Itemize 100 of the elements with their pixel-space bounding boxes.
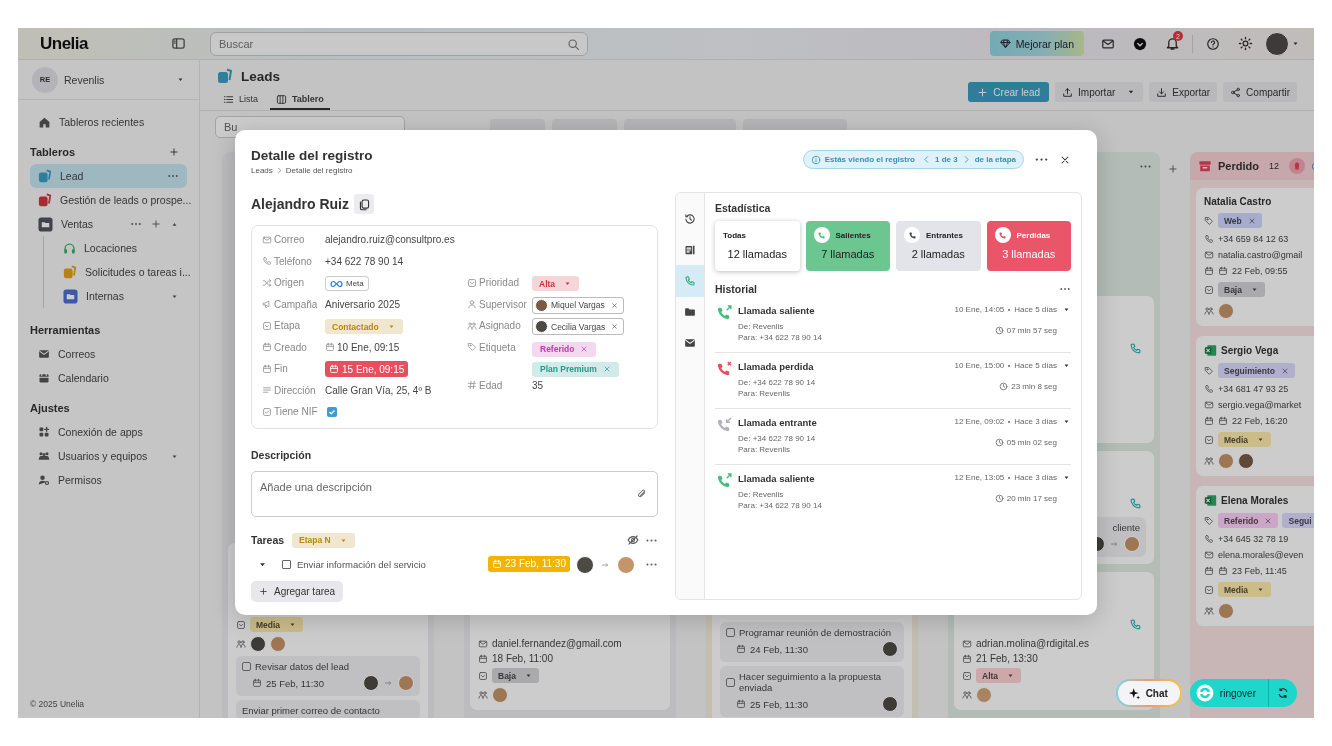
sidebar-toggle-icon[interactable]	[171, 36, 186, 51]
phone-icon[interactable]	[1129, 618, 1142, 631]
tag-chip[interactable]: Web	[1218, 213, 1262, 228]
task-checkbox[interactable]	[282, 560, 291, 569]
select-chip[interactable]: Media	[1218, 582, 1272, 597]
view-tab[interactable]: Tablero	[270, 90, 330, 110]
person-chip[interactable]: Miquel Vargas	[532, 296, 624, 314]
mail-icon	[684, 337, 696, 349]
download-icon	[1156, 86, 1168, 98]
section-heading: Herramientas	[30, 324, 101, 336]
search-icon	[567, 37, 580, 51]
call-stat-card[interactable]: Salientes 7 llamadas	[805, 221, 890, 271]
phone-icon[interactable]	[1129, 342, 1142, 355]
workspace-name[interactable]: Revenlis	[64, 73, 105, 86]
sidebar-item[interactable]: Locaciones	[55, 236, 187, 260]
call-history-item[interactable]: Llamada saliente De: Revenlis Para: +34 622 78 90 14 12 Ene, 13:05 Hace 3 días 20 min 17 seg	[715, 465, 1071, 521]
sidebar-item[interactable]: Lead	[30, 164, 187, 188]
add-icon[interactable]	[169, 147, 179, 157]
sidebar-item[interactable]: Usuarios y equipos	[30, 444, 187, 468]
call-time: 12 Ene, 13:05	[954, 473, 1005, 482]
mail-icon[interactable]	[1101, 36, 1115, 51]
task-card[interactable]: Programar reunión de demostración 24 Feb, 11:30	[720, 622, 904, 662]
phone-icon[interactable]	[1129, 497, 1142, 510]
trash-icon[interactable]	[1288, 158, 1305, 174]
description-field[interactable]: Añade una descripción	[251, 470, 658, 517]
action-button[interactable]: Importar	[1055, 82, 1144, 102]
call-stat-card[interactable]: Entrantes 2 llamadas	[896, 221, 981, 271]
add-icon[interactable]	[151, 219, 161, 229]
call-stat-card[interactable]: Perdidas 3 llamadas	[986, 221, 1071, 271]
select-chip[interactable]: Media	[250, 617, 304, 632]
sun-icon[interactable]	[1237, 36, 1253, 51]
add-column-icon[interactable]	[1168, 164, 1178, 174]
app-logo[interactable]: Unelia	[40, 33, 89, 54]
lead-card[interactable]: Elena Morales Referido Segui +34 645 32 78 19 elena.morales@even 23 Feb, 11:45 Media	[1196, 486, 1314, 626]
lead-card[interactable]: Natalia Castro Web +34 659 84 12 63 natalia.castro@gmail 22 Feb, 09:55 Baja	[1196, 188, 1314, 326]
call-stat-card[interactable]: Todas 12 llamadas	[715, 221, 800, 271]
refresh-icon	[1277, 687, 1289, 699]
stat-label: Perdidas	[1016, 230, 1051, 240]
recent-boards-link[interactable]: Tableros recientes	[30, 110, 187, 134]
clock-icon	[994, 494, 1004, 503]
chevron-circle-icon[interactable]	[1133, 36, 1147, 51]
expand-caret-icon[interactable]	[1062, 473, 1071, 482]
board-icon	[217, 68, 233, 84]
task-card[interactable]: Hacer seguimiento a la propuesta enviada 25 Feb, 11:30	[720, 666, 904, 717]
stat-label: Todas	[723, 230, 746, 240]
sidebar-item-label: Usuarios y equipos	[58, 450, 148, 462]
tag-icon	[1204, 215, 1214, 226]
sidebar-item[interactable]: Permisos	[30, 468, 187, 492]
mail-icon	[1204, 250, 1214, 260]
clock-icon	[994, 438, 1004, 447]
expand-caret-icon[interactable]	[1062, 361, 1071, 370]
lead-name: Sergio Vega	[1221, 345, 1279, 356]
select-chip[interactable]: Alta	[532, 276, 580, 291]
help-icon[interactable]	[1206, 36, 1220, 51]
calendar-icon	[736, 644, 746, 654]
sidebar-item[interactable]: Conexión de apps	[30, 420, 187, 444]
expand-caret-icon[interactable]	[1062, 305, 1071, 314]
select-chip[interactable]: Media	[1218, 432, 1272, 447]
add-task-button[interactable]: Agregar tarea	[251, 580, 344, 602]
sidebar-item[interactable]: Ventas	[30, 212, 187, 236]
caret-icon[interactable]	[1291, 39, 1300, 48]
date-text: 21 Feb, 13:30	[976, 653, 1038, 664]
date-text: 25 Feb, 11:30	[266, 677, 324, 689]
upgrade-button[interactable]: Mejorar plan	[989, 31, 1084, 56]
tag-icon	[1204, 365, 1214, 376]
checkbox[interactable]	[327, 407, 337, 417]
hide-icon[interactable]	[627, 534, 639, 546]
view-tab[interactable]: Lista	[217, 90, 264, 110]
task-card[interactable]: Enviar primer correo de contacto	[236, 700, 420, 718]
action-button[interactable]: Compartir	[1223, 82, 1297, 102]
notification-bell-icon[interactable]	[1164, 36, 1180, 51]
tag-chip[interactable]: Referido	[1218, 513, 1279, 528]
action-button[interactable]: Exportar	[1149, 82, 1218, 102]
search-field[interactable]: Buscar	[210, 31, 588, 56]
copy-icon[interactable]	[357, 197, 371, 211]
breadcrumb-item[interactable]: Leads	[251, 166, 273, 175]
attach-icon[interactable]	[636, 487, 648, 500]
call-history-item[interactable]: Llamada entrante De: +34 622 78 90 14 Para: Revenlis 12 Ene, 09:02 Hace 3 días 05 min 02 seg	[715, 409, 1071, 465]
caret-icon[interactable]	[176, 75, 185, 84]
date-text: 18 Feb, 11:00	[492, 653, 553, 664]
date-text: 22 Feb, 16:20	[1232, 416, 1288, 426]
tag-chip[interactable]: Segui	[1282, 513, 1314, 528]
sidebar-item[interactable]: Calendario	[30, 366, 187, 390]
call-history-item[interactable]: Llamada saliente De: Revenlis Para: +34 622 78 90 14 10 Ene, 14:05 Hace 5 días 07 min 57 seg	[715, 297, 1071, 353]
tag-chip[interactable]: Seguimiento	[1218, 363, 1295, 378]
due-date-chip[interactable]: 15 Ene, 09:15	[325, 361, 409, 377]
call-history-item[interactable]: Llamada perdida De: +34 622 78 90 14 Para: Revenlis 10 Ene, 15:00 Hace 5 días 23 min 8 seg	[715, 353, 1071, 409]
call-from: De: +34 622 78 90 14	[738, 434, 817, 443]
expand-caret-icon[interactable]	[1062, 417, 1071, 426]
select-chip[interactable]: Baja	[492, 668, 539, 683]
sidebar-item[interactable]: Correos	[30, 342, 187, 366]
sidebar-item[interactable]: Internas	[55, 284, 187, 308]
tag-chip[interactable]: Referido	[532, 341, 597, 357]
person-chip[interactable]: Cecilia Vargas	[532, 318, 625, 335]
lead-card[interactable]: Sergio Vega Seguimiento +34 681 47 93 25 sergio.vega@market 22 Feb, 16:20 Media	[1196, 336, 1314, 476]
apps-icon	[38, 426, 50, 438]
select-chip[interactable]: Alta	[976, 668, 1022, 683]
outgoing-call-icon	[817, 230, 826, 240]
task-card[interactable]: Revisar datos del lead 25 Feb, 11:30	[236, 656, 420, 696]
select-chip[interactable]: Baja	[1218, 282, 1265, 297]
